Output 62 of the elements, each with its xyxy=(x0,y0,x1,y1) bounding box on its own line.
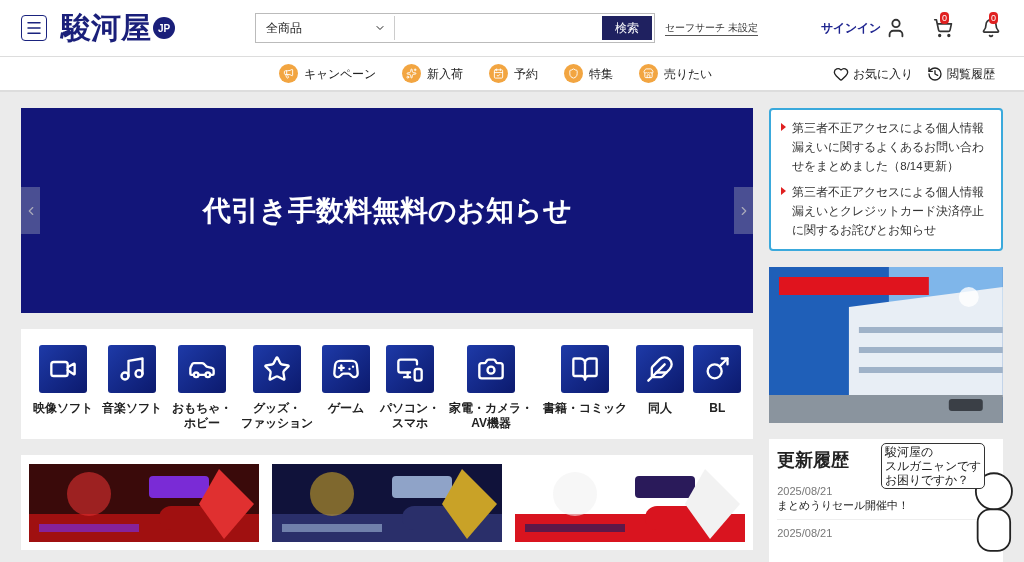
next-button[interactable] xyxy=(734,187,754,234)
category-label[interactable]: 映像ソフト xyxy=(33,401,93,416)
category-label[interactable]: AV機器 xyxy=(471,416,512,431)
safe-search-link[interactable]: セーフサーチ 未設定 xyxy=(665,20,758,36)
feather-icon[interactable] xyxy=(635,345,684,393)
hero-banner[interactable]: 代引き手数料無料のお知らせ xyxy=(21,108,754,313)
notification-count: 0 xyxy=(989,12,998,24)
update-date: 2025/08/21 xyxy=(777,484,833,498)
category-label[interactable]: BL xyxy=(709,401,726,416)
nav-badge-icon xyxy=(489,64,508,83)
menu-button[interactable] xyxy=(21,15,47,41)
toy-car-icon[interactable] xyxy=(177,345,226,393)
bubble-text: スルガニャンです xyxy=(885,459,982,473)
category-label[interactable]: 書籍・コミック xyxy=(542,401,627,416)
category-label[interactable]: ファッション xyxy=(241,416,314,431)
nav-link[interactable]: 新入荷 xyxy=(402,64,463,83)
heart-icon xyxy=(833,65,849,82)
category-select[interactable]: 全商品 xyxy=(258,16,395,40)
gamepad-icon[interactable] xyxy=(322,345,371,393)
nav-link[interactable]: 売りたい xyxy=(639,64,712,83)
category-label[interactable]: 同人 xyxy=(647,401,672,416)
camera-icon[interactable] xyxy=(467,345,516,393)
logo-name: 駿河屋 xyxy=(61,13,151,43)
nav-link[interactable]: お気に入り xyxy=(833,64,913,83)
bullet-icon xyxy=(781,187,787,195)
nav-badge-icon xyxy=(639,64,658,83)
category-label[interactable]: ゲーム xyxy=(328,401,365,416)
update-link[interactable]: まとめうりセール開催中！ xyxy=(777,498,910,513)
hero-title: 代引き手数料無料のお知らせ xyxy=(202,193,572,228)
nav-badge-icon xyxy=(564,64,583,83)
menu-icon xyxy=(25,19,43,37)
music-note-icon[interactable] xyxy=(108,345,157,393)
update-date: 2025/08/21 xyxy=(777,526,833,540)
nav-link[interactable]: 予約 xyxy=(489,64,538,83)
devices-icon[interactable] xyxy=(385,345,434,393)
nav-badge-icon xyxy=(279,64,298,83)
nav-link[interactable]: 特集 xyxy=(564,64,613,83)
updates-title: 更新履歴 xyxy=(777,449,850,472)
category-label[interactable]: グッズ・ xyxy=(253,401,302,416)
bullet-icon xyxy=(781,123,787,131)
logo-badge: JP xyxy=(153,17,175,39)
category-label[interactable]: おもちゃ・ xyxy=(171,401,232,416)
category-label[interactable]: 家電・カメラ・ xyxy=(449,401,534,416)
nav-link[interactable]: 閲覧履歴 xyxy=(927,64,995,83)
site-logo[interactable]: 駿河屋 JP xyxy=(61,13,175,43)
nav-link[interactable]: キャンペーン xyxy=(279,64,376,83)
bubble-text: お困りですか？ xyxy=(885,473,971,487)
open-book-icon[interactable] xyxy=(560,345,609,393)
category-label[interactable]: パソコン・ xyxy=(379,401,440,416)
movie-camera-icon[interactable] xyxy=(39,345,87,393)
history-icon xyxy=(927,65,943,82)
sign-in-link[interactable]: サインイン xyxy=(821,19,881,37)
notice-link[interactable]: 第三者不正アクセスによる個人情報漏えいとクレジットカード決済停止に関するお詫びとお知らせ xyxy=(792,183,991,240)
nav-badge-icon xyxy=(402,64,421,83)
bubble-text: 駿河屋の xyxy=(885,445,935,459)
notice-link[interactable]: 第三者不正アクセスによる個人情報漏えいに関するよくあるお問い合わせをまとめました（8/14更新） xyxy=(792,119,991,176)
male-symbol-icon[interactable] xyxy=(693,345,742,393)
category-label[interactable]: スマホ xyxy=(391,416,428,431)
search-button[interactable]: 検索 xyxy=(601,16,652,40)
cart-count: 0 xyxy=(940,12,949,24)
category-label[interactable]: 音楽ソフト xyxy=(102,401,163,416)
category-label[interactable]: ホビー xyxy=(183,416,220,431)
